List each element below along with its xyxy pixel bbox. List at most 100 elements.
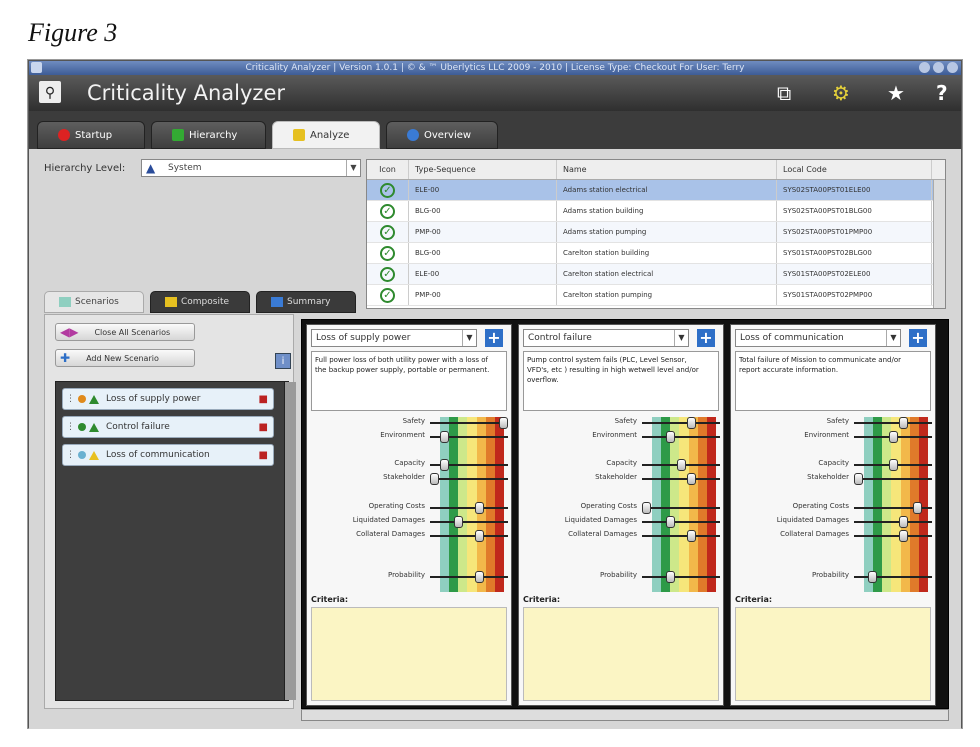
add-new-scenario-button[interactable]: ✚ Add New Scenario xyxy=(55,349,195,367)
add-icon[interactable]: + xyxy=(485,329,503,347)
delete-icon[interactable]: ■ xyxy=(259,450,268,461)
scenario-description[interactable]: Total failure of Mission to communicate … xyxy=(735,351,931,411)
slider-knob[interactable] xyxy=(889,459,898,471)
slider-track[interactable] xyxy=(642,473,720,485)
table-row[interactable]: ✓ ELE-00 Carelton station electrical SYS01S… xyxy=(367,264,945,285)
delete-icon[interactable]: ■ xyxy=(259,422,268,433)
slider-track[interactable] xyxy=(430,530,508,542)
criteria-text-area[interactable] xyxy=(735,607,931,701)
close-all-scenarios-button[interactable]: ◀▶ Close All Scenarios xyxy=(55,323,195,341)
slider-track[interactable] xyxy=(642,516,720,528)
slider-track[interactable] xyxy=(430,417,508,429)
hierarchy-level-select[interactable]: ▲ System ▼ xyxy=(141,159,361,177)
slider-knob[interactable] xyxy=(854,473,863,485)
slider-knob[interactable] xyxy=(899,417,908,429)
slider-track[interactable] xyxy=(430,459,508,471)
close-icon[interactable] xyxy=(947,62,958,73)
column-header-type-sequence[interactable]: Type-Sequence xyxy=(409,160,557,179)
criteria-text-area[interactable] xyxy=(523,607,719,701)
slider-knob[interactable] xyxy=(440,459,449,471)
table-row[interactable]: ✓ PMP-00 Carelton station pumping SYS01STA0… xyxy=(367,285,945,306)
slider-knob[interactable] xyxy=(454,516,463,528)
tab-analyze[interactable]: Analyze xyxy=(272,121,380,149)
criteria-text-area[interactable] xyxy=(311,607,507,701)
grid-scrollbar[interactable] xyxy=(933,180,945,308)
slider-knob[interactable] xyxy=(899,530,908,542)
drag-handle-icon[interactable]: ⋮ xyxy=(66,450,75,460)
slider-knob[interactable] xyxy=(687,417,696,429)
slider-track[interactable] xyxy=(642,417,720,429)
slider-track[interactable] xyxy=(642,571,720,583)
slider-knob[interactable] xyxy=(677,459,686,471)
slider-track[interactable] xyxy=(430,516,508,528)
slider-track[interactable] xyxy=(430,473,508,485)
slider-track[interactable] xyxy=(430,571,508,583)
settings-gear-icon[interactable]: ⚙ xyxy=(832,81,850,105)
slider-track[interactable] xyxy=(854,431,932,443)
slider-knob[interactable] xyxy=(499,417,508,429)
table-row[interactable]: ✓ PMP-00 Adams station pumping SYS02STA00PS… xyxy=(367,222,945,243)
slider-knob[interactable] xyxy=(868,571,877,583)
maximize-icon[interactable] xyxy=(933,62,944,73)
drag-handle-icon[interactable]: ⋮ xyxy=(66,394,75,404)
slider-knob[interactable] xyxy=(430,473,439,485)
panels-horizontal-scrollbar[interactable] xyxy=(301,709,949,721)
slider-knob[interactable] xyxy=(475,571,484,583)
subtab-composite[interactable]: Composite xyxy=(150,291,250,313)
slider-knob[interactable] xyxy=(475,502,484,514)
slider-track[interactable] xyxy=(430,502,508,514)
slider-track[interactable] xyxy=(854,516,932,528)
chevron-down-icon[interactable]: ▼ xyxy=(462,330,476,346)
tab-hierarchy[interactable]: Hierarchy xyxy=(151,121,266,149)
slider-track[interactable] xyxy=(642,530,720,542)
slider-knob[interactable] xyxy=(899,516,908,528)
subtab-summary[interactable]: Summary xyxy=(256,291,356,313)
tab-overview[interactable]: Overview xyxy=(386,121,498,149)
subtab-scenarios[interactable]: Scenarios xyxy=(44,291,144,313)
tab-startup[interactable]: Startup xyxy=(37,121,145,149)
slider-track[interactable] xyxy=(854,417,932,429)
slider-knob[interactable] xyxy=(913,502,922,514)
slider-track[interactable] xyxy=(642,459,720,471)
slider-knob[interactable] xyxy=(666,516,675,528)
column-header-local-code[interactable]: Local Code xyxy=(777,160,932,179)
chevron-down-icon[interactable]: ▼ xyxy=(886,330,900,346)
slider-track[interactable] xyxy=(430,431,508,443)
add-icon[interactable]: + xyxy=(909,329,927,347)
window-titlebar[interactable]: Criticality Analyzer | Version 1.0.1 | ©… xyxy=(29,61,961,75)
slider-track[interactable] xyxy=(854,459,932,471)
table-row[interactable]: ✓ ELE-00 Adams station electrical SYS02STA0… xyxy=(367,180,945,201)
slider-track[interactable] xyxy=(642,502,720,514)
scenario-description[interactable]: Pump control system fails (PLC, Level Se… xyxy=(523,351,719,411)
slider-knob[interactable] xyxy=(666,571,675,583)
table-row[interactable]: ✓ BLG-00 Adams station building SYS02STA00P… xyxy=(367,201,945,222)
minimize-icon[interactable] xyxy=(919,62,930,73)
slider-knob[interactable] xyxy=(666,431,675,443)
scenario-select[interactable]: Control failure ▼ xyxy=(523,329,689,347)
scenario-list-item[interactable]: ⋮ Loss of supply power ■ xyxy=(62,388,274,410)
add-icon[interactable]: + xyxy=(697,329,715,347)
help-icon[interactable]: ? xyxy=(936,81,948,105)
scenario-select[interactable]: Loss of supply power ▼ xyxy=(311,329,477,347)
slider-track[interactable] xyxy=(854,473,932,485)
slider-knob[interactable] xyxy=(642,502,651,514)
column-header-icon[interactable]: Icon xyxy=(367,160,409,179)
slider-knob[interactable] xyxy=(687,473,696,485)
info-icon[interactable]: i xyxy=(275,353,291,369)
slider-track[interactable] xyxy=(854,502,932,514)
slider-track[interactable] xyxy=(854,530,932,542)
delete-icon[interactable]: ■ xyxy=(259,394,268,405)
scenario-description[interactable]: Full power loss of both utility power wi… xyxy=(311,351,507,411)
slider-knob[interactable] xyxy=(687,530,696,542)
export-icon[interactable]: ⧉ xyxy=(777,81,791,105)
chevron-down-icon[interactable]: ▼ xyxy=(346,160,360,176)
scenario-list-item[interactable]: ⋮ Control failure ■ xyxy=(62,416,274,438)
table-row[interactable]: ✓ BLG-00 Carelton station building SYS01STA… xyxy=(367,243,945,264)
column-header-name[interactable]: Name xyxy=(557,160,777,179)
scenario-select[interactable]: Loss of communication ▼ xyxy=(735,329,901,347)
search-icon[interactable]: ⚲ xyxy=(39,81,61,103)
favorite-star-icon[interactable]: ★ xyxy=(887,81,905,105)
slider-track[interactable] xyxy=(642,431,720,443)
slider-knob[interactable] xyxy=(440,431,449,443)
drag-handle-icon[interactable]: ⋮ xyxy=(66,422,75,432)
